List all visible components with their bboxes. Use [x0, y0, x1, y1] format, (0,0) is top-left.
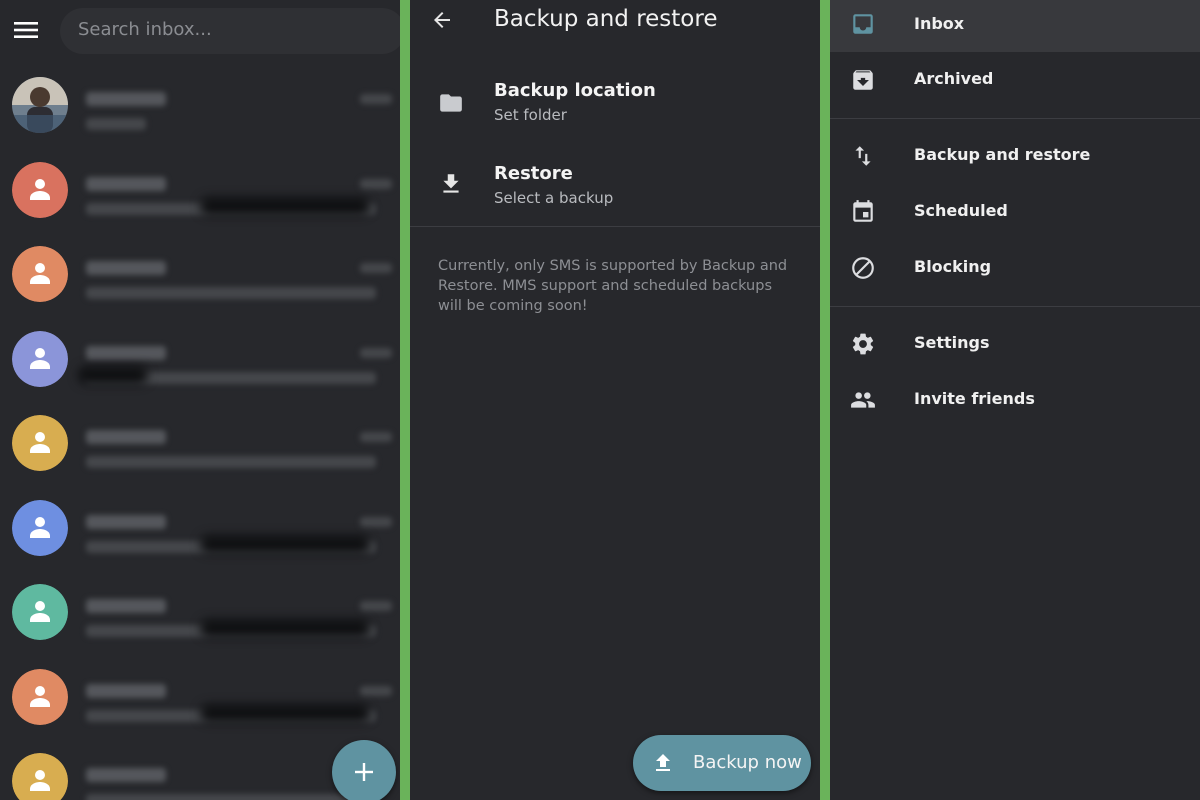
search-input[interactable]: Search inbox...	[78, 19, 212, 40]
conversation-item[interactable]	[0, 147, 400, 232]
timestamp-blurred	[360, 432, 392, 442]
drawer-item-backup-restore[interactable]: Backup and restore	[830, 130, 1200, 182]
conversation-item[interactable]	[0, 231, 400, 316]
swap-vertical-icon	[850, 143, 876, 169]
drawer-item-scheduled[interactable]: Scheduled	[830, 186, 1200, 238]
conversation-item[interactable]	[0, 316, 400, 401]
contact-name-blurred	[86, 92, 166, 106]
message-preview-blurred	[86, 287, 376, 299]
menu-icon[interactable]	[12, 16, 40, 44]
people-icon	[850, 387, 876, 413]
divider	[830, 118, 1200, 119]
backup-location-item[interactable]: Backup location Set folder	[410, 62, 820, 142]
divider	[830, 306, 1200, 307]
contact-avatar-icon	[12, 668, 68, 725]
inbox-icon	[850, 11, 876, 37]
drawer-item-archived[interactable]: Archived	[830, 54, 1200, 106]
conversation-item[interactable]	[0, 400, 400, 485]
conversation-item[interactable]	[0, 654, 400, 739]
timestamp-blurred	[360, 685, 392, 696]
redaction-mark	[78, 365, 148, 384]
upload-icon	[651, 751, 675, 775]
divider	[410, 226, 820, 227]
restore-label: Restore	[494, 163, 573, 184]
timestamp-blurred	[360, 178, 392, 189]
drawer-item-invite-friends[interactable]: Invite friends	[830, 374, 1200, 426]
contact-avatar-icon	[12, 499, 68, 556]
redaction-mark	[200, 534, 370, 553]
contact-avatar-icon	[12, 246, 68, 302]
drawer-item-settings[interactable]: Settings	[830, 318, 1200, 370]
contact-avatar-icon	[12, 753, 68, 800]
block-icon	[850, 255, 876, 281]
contact-name-blurred	[86, 683, 166, 698]
drawer-label-invite-friends: Invite friends	[914, 389, 1035, 408]
gear-icon	[850, 331, 876, 357]
back-arrow-icon[interactable]	[430, 8, 454, 32]
download-icon	[438, 171, 464, 197]
drawer-label-backup-restore: Backup and restore	[914, 145, 1091, 164]
message-preview-blurred	[86, 118, 146, 130]
archive-icon	[850, 67, 876, 93]
timestamp-blurred	[360, 94, 392, 104]
redaction-mark	[200, 196, 370, 215]
redaction-mark	[200, 619, 370, 637]
contact-name-blurred	[86, 430, 166, 444]
drawer-label-scheduled: Scheduled	[914, 201, 1008, 220]
drawer-item-blocking[interactable]: Blocking	[830, 242, 1200, 294]
drawer-label-inbox: Inbox	[914, 14, 965, 33]
timestamp-blurred	[360, 601, 392, 611]
backup-now-label: Backup now	[693, 752, 802, 773]
conversation-item[interactable]	[0, 569, 400, 654]
drawer-item-inbox[interactable]: Inbox	[830, 0, 1200, 52]
navigation-drawer: Inbox Archived Backup and restore Schedu…	[830, 0, 1200, 800]
contact-avatar-icon	[12, 161, 68, 218]
timestamp-blurred	[360, 516, 392, 527]
conversation-item[interactable]	[0, 62, 400, 147]
message-preview-blurred	[86, 456, 376, 468]
conversation-list	[0, 62, 400, 800]
new-message-button[interactable]	[332, 740, 396, 800]
calendar-icon	[850, 199, 876, 225]
contact-name-blurred	[86, 768, 166, 782]
drawer-label-blocking: Blocking	[914, 257, 992, 276]
info-note: Currently, only SMS is supported by Back…	[438, 258, 788, 314]
contact-name-blurred	[86, 599, 166, 613]
backup-location-subtitle: Set folder	[494, 106, 567, 124]
contact-photo-avatar	[12, 77, 68, 133]
timestamp-blurred	[360, 347, 392, 358]
contact-avatar-icon	[12, 415, 68, 471]
timestamp-blurred	[360, 263, 392, 273]
inbox-toolbar: Search inbox...	[0, 0, 400, 62]
conversation-item[interactable]	[0, 485, 400, 570]
restore-subtitle: Select a backup	[494, 189, 614, 207]
contact-avatar-icon	[12, 584, 68, 640]
plus-icon	[352, 760, 376, 784]
inbox-panel: Search inbox...	[0, 0, 400, 800]
contact-name-blurred	[86, 176, 166, 191]
contact-name-blurred	[86, 345, 166, 360]
folder-icon	[438, 90, 464, 116]
drawer-label-archived: Archived	[914, 69, 994, 88]
page-title: Backup and restore	[494, 6, 718, 32]
contact-name-blurred	[86, 514, 166, 529]
contact-avatar-icon	[12, 330, 68, 387]
message-preview-blurred	[86, 794, 376, 800]
contact-name-blurred	[86, 261, 166, 275]
restore-item[interactable]: Restore Select a backup	[410, 145, 820, 225]
drawer-label-settings: Settings	[914, 333, 990, 352]
backup-now-button[interactable]: Backup now	[633, 735, 811, 791]
redaction-mark	[200, 703, 370, 722]
backup-location-label: Backup location	[494, 80, 656, 101]
backup-restore-panel: Backup and restore Backup location Set f…	[410, 0, 820, 800]
